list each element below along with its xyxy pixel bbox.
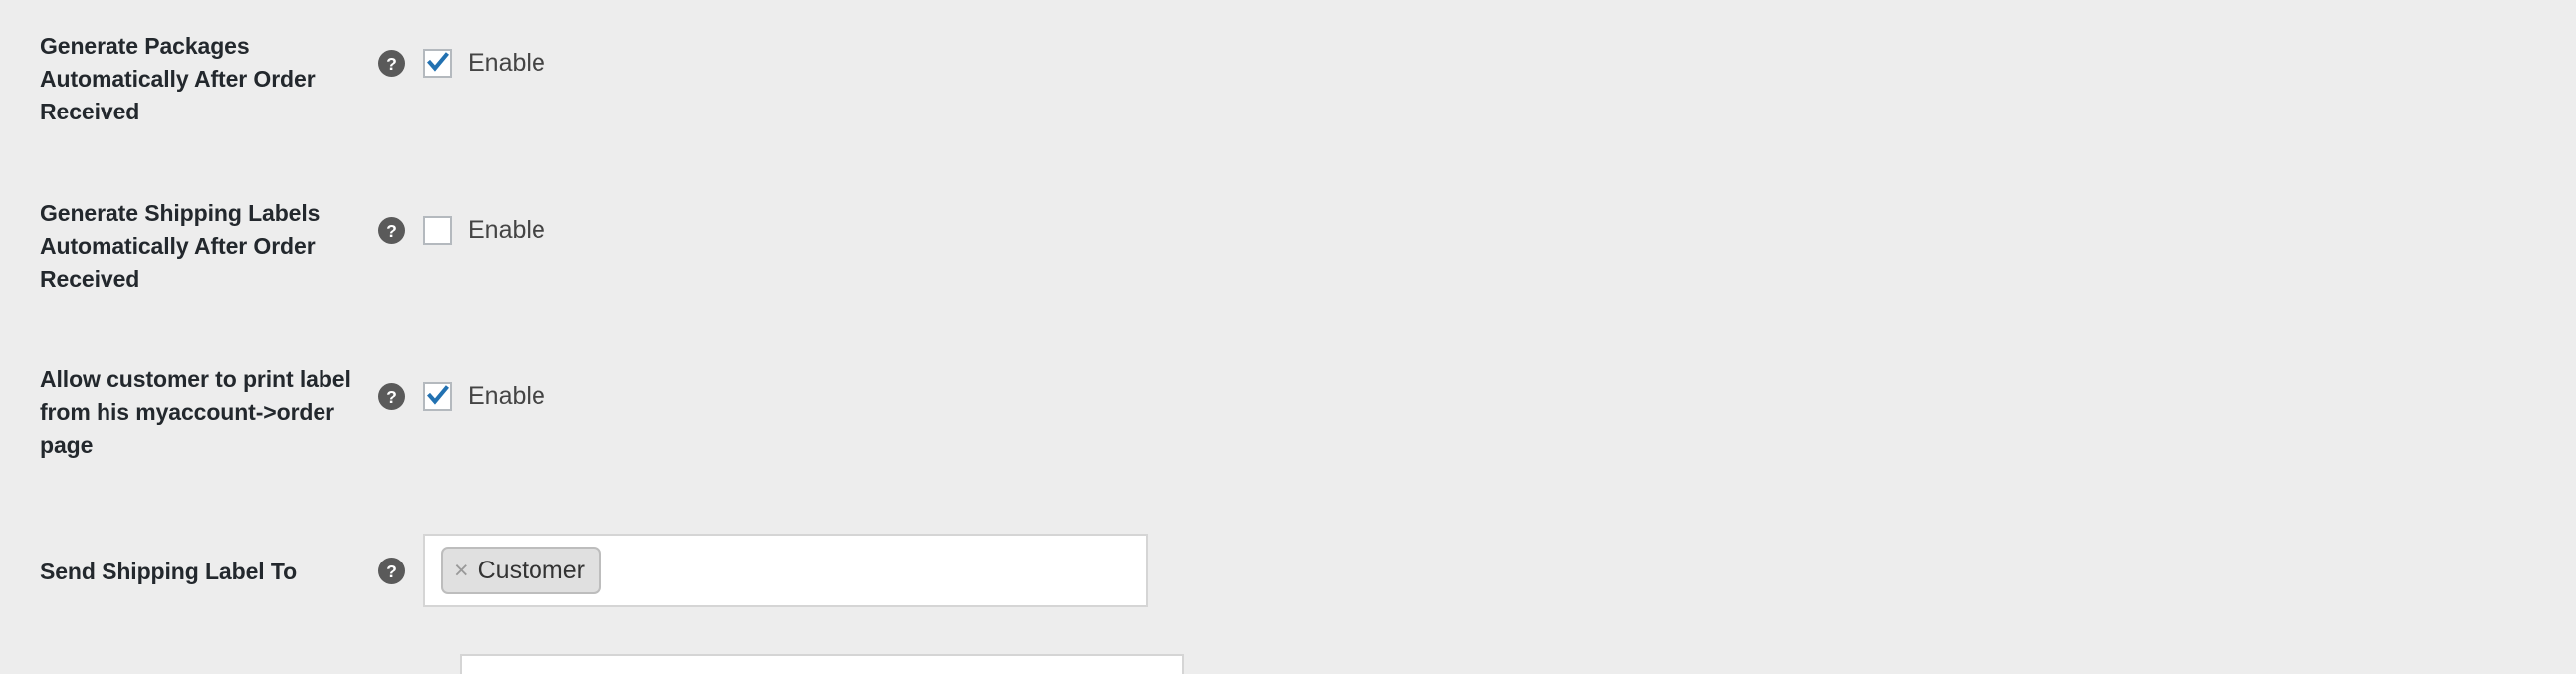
checkbox-generate-packages[interactable] (423, 48, 452, 78)
help-question-icon[interactable]: ? (378, 557, 405, 584)
field-label-generate-shipping-labels: Generate Shipping Labels Automatically A… (40, 200, 321, 292)
field-row-allow-customer-print-label: Allow customer to print label from his m… (0, 363, 2576, 462)
field-control-send-shipping-label-to: ? × Customer (378, 534, 1148, 607)
checkbox-label-generate-shipping-labels[interactable]: Enable (468, 216, 545, 245)
next-field-partial-edge (460, 654, 1184, 674)
field-control-generate-shipping-labels: ? Enable (378, 197, 545, 263)
help-question-icon[interactable]: ? (378, 382, 405, 410)
help-question-icon[interactable]: ? (378, 49, 405, 77)
svg-text:?: ? (386, 386, 397, 406)
checkbox-label-generate-packages[interactable]: Enable (468, 49, 545, 78)
shipping-settings-form: Generate Packages Automatically After Or… (0, 0, 2576, 674)
field-row-generate-packages: Generate Packages Automatically After Or… (0, 30, 2576, 128)
selected-tag-customer[interactable]: × Customer (441, 547, 601, 594)
svg-text:?: ? (386, 220, 397, 240)
checkbox-group-allow-customer-print-label: Enable (423, 381, 545, 411)
checkbox-group-generate-shipping-labels: Enable (423, 215, 545, 245)
field-label-allow-customer-print-label: Allow customer to print label from his m… (40, 366, 351, 458)
send-shipping-label-to-multiselect[interactable]: × Customer (423, 534, 1148, 607)
field-label-generate-packages: Generate Packages Automatically After Or… (40, 33, 316, 124)
field-label-send-shipping-label-to: Send Shipping Label To (40, 559, 298, 584)
selected-tag-label: Customer (477, 556, 585, 584)
checkbox-label-allow-customer-print-label[interactable]: Enable (468, 382, 545, 411)
field-control-allow-customer-print-label: ? Enable (378, 363, 545, 429)
checkbox-allow-customer-print-label[interactable] (423, 381, 452, 411)
checkbox-group-generate-packages: Enable (423, 48, 545, 78)
help-question-icon[interactable]: ? (378, 216, 405, 244)
remove-tag-icon[interactable]: × (454, 558, 469, 583)
field-control-generate-packages: ? Enable (378, 30, 545, 96)
checkbox-generate-shipping-labels[interactable] (423, 215, 452, 245)
field-row-generate-shipping-labels: Generate Shipping Labels Automatically A… (0, 197, 2576, 296)
field-row-send-shipping-label-to: Send Shipping Label To ? × Customer (0, 534, 2576, 607)
svg-text:?: ? (386, 53, 397, 73)
svg-text:?: ? (386, 561, 397, 580)
